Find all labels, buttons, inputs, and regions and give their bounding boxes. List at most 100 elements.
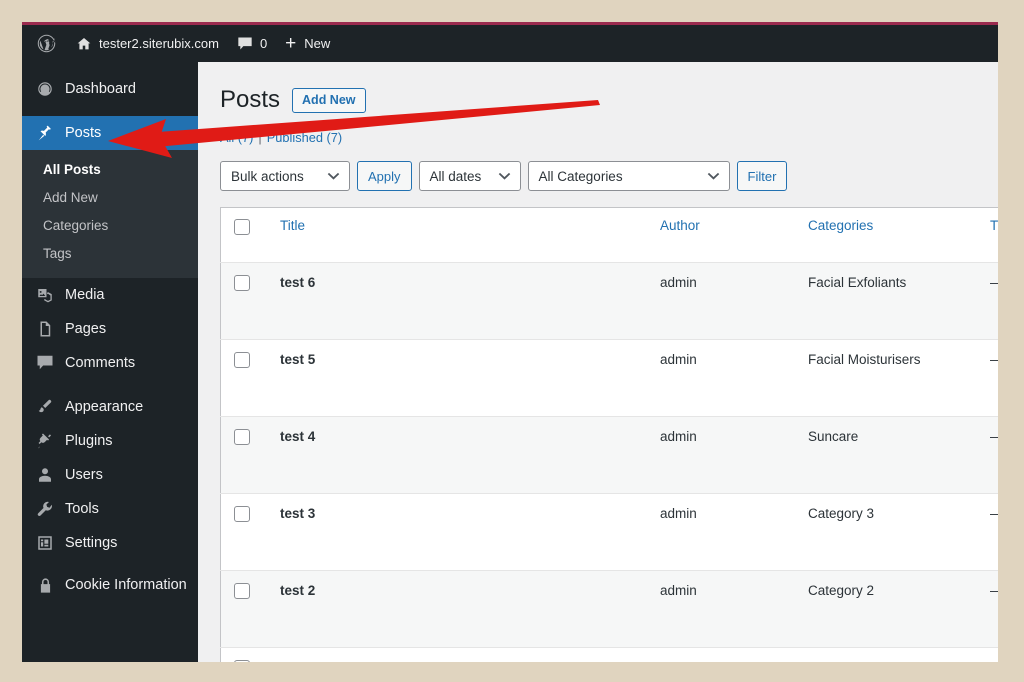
sidebar-item-label: Appearance	[65, 398, 144, 415]
post-title-cell[interactable]: test 5	[280, 339, 660, 417]
plug-icon	[35, 432, 55, 450]
post-categories-cell[interactable]: Suncare	[808, 416, 990, 494]
add-new-button[interactable]: Add New	[292, 87, 366, 113]
post-author-cell[interactable]: admin	[660, 339, 808, 417]
row-select-cell	[220, 570, 280, 648]
post-author-cell[interactable]: admin	[660, 647, 808, 662]
table-row[interactable]: test 2adminCategory 2—	[220, 570, 998, 648]
table-row[interactable]: test 5adminFacial Moisturisers—	[220, 339, 998, 417]
browser-content: tester2.siterubix.com 0 + New Dashboard …	[22, 22, 998, 662]
category-filter-select[interactable]: All Categories	[527, 161, 730, 191]
date-filter-select[interactable]: All dates	[418, 161, 521, 191]
sidebar-item-settings[interactable]: Settings	[22, 526, 198, 560]
view-filter-published[interactable]: Published (7)	[267, 130, 342, 145]
dashboard-gauge-icon	[35, 80, 55, 98]
view-filter-separator: |	[258, 130, 262, 145]
sidebar-item-pages[interactable]: Pages	[22, 312, 198, 346]
table-row[interactable]: test 1adminCategory 1—	[220, 647, 998, 662]
row-select-cell	[220, 262, 280, 340]
sidebar-item-users[interactable]: Users	[22, 458, 198, 492]
posts-table-head: Title Author Categories T	[220, 207, 998, 263]
post-tags-cell: —	[990, 416, 998, 494]
wp-admin-bar: tester2.siterubix.com 0 + New	[22, 25, 998, 62]
sidebar-item-dashboard[interactable]: Dashboard	[22, 72, 198, 106]
sidebar-item-label: Media	[65, 286, 105, 303]
post-author-cell[interactable]: admin	[660, 416, 808, 494]
submenu-item-categories[interactable]: Categories	[22, 213, 198, 241]
sidebar-item-tools[interactable]: Tools	[22, 492, 198, 526]
sidebar-item-cookie-information[interactable]: Cookie Information	[22, 570, 198, 622]
select-all-checkbox[interactable]	[234, 219, 250, 235]
post-title-cell[interactable]: test 3	[280, 493, 660, 571]
home-icon	[76, 36, 92, 52]
sidebar-item-posts[interactable]: Posts	[22, 116, 198, 150]
sidebar-item-appearance[interactable]: Appearance	[22, 390, 198, 424]
post-title-cell[interactable]: test 1	[280, 647, 660, 662]
row-checkbox[interactable]	[234, 352, 250, 368]
post-author-cell[interactable]: admin	[660, 262, 808, 340]
table-row[interactable]: test 3adminCategory 3—	[220, 493, 998, 571]
sidebar-item-label: Cookie Information	[65, 576, 187, 593]
new-label: New	[304, 36, 331, 51]
submenu-item-add-new[interactable]: Add New	[22, 185, 198, 213]
posts-table: Title Author Categories T test 6 admin Fac…	[220, 207, 998, 662]
column-header-title[interactable]: Title	[280, 207, 660, 263]
page-header: Posts Add New	[220, 84, 998, 116]
sidebar-item-media[interactable]: Media	[22, 278, 198, 312]
submenu-item-all-posts[interactable]: All Posts	[22, 157, 198, 185]
post-categories-cell[interactable]: Category 3	[808, 493, 990, 571]
sidebar-item-label: Comments	[65, 354, 136, 371]
post-author-cell[interactable]: admin	[660, 570, 808, 648]
sidebar-item-comments[interactable]: Comments	[22, 346, 198, 380]
admin-sidebar-menu: Dashboard Posts All Posts Add New Catego…	[22, 62, 198, 662]
row-checkbox[interactable]	[234, 583, 250, 599]
plus-icon: +	[285, 33, 297, 54]
table-header-row: Title Author Categories T	[220, 207, 998, 263]
page-document-icon	[35, 320, 55, 338]
adminbar-wordpress-logo[interactable]	[22, 25, 67, 62]
post-author-cell[interactable]: admin	[660, 493, 808, 571]
post-tags-cell: —	[990, 339, 998, 417]
row-checkbox[interactable]	[234, 660, 250, 662]
posts-submenu: All Posts Add New Categories Tags	[22, 150, 198, 278]
post-title-cell[interactable]: test 4	[280, 416, 660, 494]
post-categories-cell[interactable]: Category 1	[808, 647, 990, 662]
sidebar-item-label: Posts	[65, 125, 102, 141]
table-row[interactable]: test 6adminFacial Exfoliants—	[220, 262, 998, 340]
post-tags-cell: —	[990, 493, 998, 571]
post-tags-cell: —	[990, 570, 998, 648]
view-filter-all[interactable]: All (7)	[220, 130, 253, 145]
submenu-item-tags[interactable]: Tags	[22, 241, 198, 269]
adminbar-new-content[interactable]: + New	[276, 25, 339, 62]
select-all-header	[220, 207, 280, 263]
sidebar-item-label: Pages	[65, 320, 107, 337]
adminbar-comments[interactable]: 0	[228, 25, 276, 62]
chevron-down-icon	[498, 172, 511, 181]
filter-button[interactable]: Filter	[736, 161, 788, 191]
column-header-author: Author	[660, 207, 808, 263]
row-select-cell	[220, 493, 280, 571]
post-categories-cell[interactable]: Facial Moisturisers	[808, 339, 990, 417]
post-categories-cell[interactable]: Facial Exfoliants	[808, 262, 990, 340]
bulk-actions-select[interactable]: Bulk actions	[220, 161, 350, 191]
post-title-cell[interactable]: test 2	[280, 570, 660, 648]
page-title: Posts	[220, 85, 281, 113]
row-checkbox[interactable]	[234, 275, 250, 291]
adminbar-site-name[interactable]: tester2.siterubix.com	[67, 25, 228, 62]
post-status-views: All (7) | Published (7)	[220, 130, 998, 145]
table-filter-bar: Bulk actions Apply All dates All Categor…	[220, 161, 998, 191]
row-checkbox[interactable]	[234, 429, 250, 445]
post-title-cell[interactable]: test 6	[280, 262, 660, 340]
row-select-cell	[220, 416, 280, 494]
date-filter-value: All dates	[429, 168, 482, 184]
comments-count: 0	[259, 36, 268, 51]
row-checkbox[interactable]	[234, 506, 250, 522]
chevron-down-icon	[327, 172, 340, 181]
site-name-label: tester2.siterubix.com	[99, 36, 219, 51]
apply-button[interactable]: Apply	[357, 161, 412, 191]
sidebar-item-plugins[interactable]: Plugins	[22, 424, 198, 458]
post-categories-cell[interactable]: Category 2	[808, 570, 990, 648]
menu-top-spacer	[22, 62, 198, 72]
table-row[interactable]: test 4adminSuncare—	[220, 416, 998, 494]
comment-bubble-icon	[237, 36, 253, 51]
